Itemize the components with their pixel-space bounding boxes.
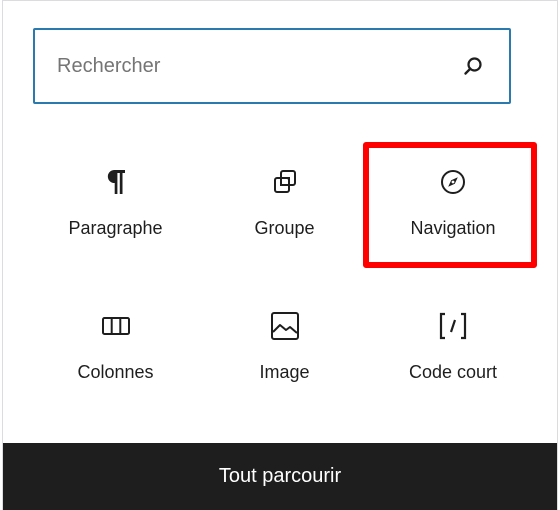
block-label: Paragraphe — [68, 218, 163, 238]
block-label: Image — [259, 362, 310, 382]
block-label: Code court — [408, 362, 498, 382]
block-grid: Paragraphe Groupe Navigation Colonnes Im… — [31, 134, 537, 422]
image-icon — [269, 310, 301, 342]
browse-all-button[interactable]: Tout parcourir — [3, 443, 557, 510]
block-paragraph[interactable]: Paragraphe — [31, 134, 200, 278]
group-icon — [269, 166, 301, 198]
shortcode-icon — [437, 310, 469, 342]
columns-icon — [100, 310, 132, 342]
block-shortcode[interactable]: Code court — [369, 278, 537, 422]
block-label: Colonnes — [77, 362, 154, 382]
search-box — [33, 28, 511, 104]
compass-icon — [437, 166, 469, 198]
block-image[interactable]: Image — [200, 278, 369, 422]
browse-all-label: Tout parcourir — [218, 465, 342, 487]
search-button[interactable] — [443, 36, 503, 96]
block-label: Groupe — [254, 218, 315, 238]
block-navigation[interactable]: Navigation — [369, 134, 537, 278]
paragraph-icon — [100, 166, 132, 198]
block-group[interactable]: Groupe — [200, 134, 369, 278]
search-icon — [464, 57, 482, 75]
block-inserter-panel: Paragraphe Groupe Navigati — [2, 0, 558, 510]
block-columns[interactable]: Colonnes — [31, 278, 200, 422]
block-label: Navigation — [410, 218, 496, 238]
search-input[interactable] — [35, 46, 443, 86]
